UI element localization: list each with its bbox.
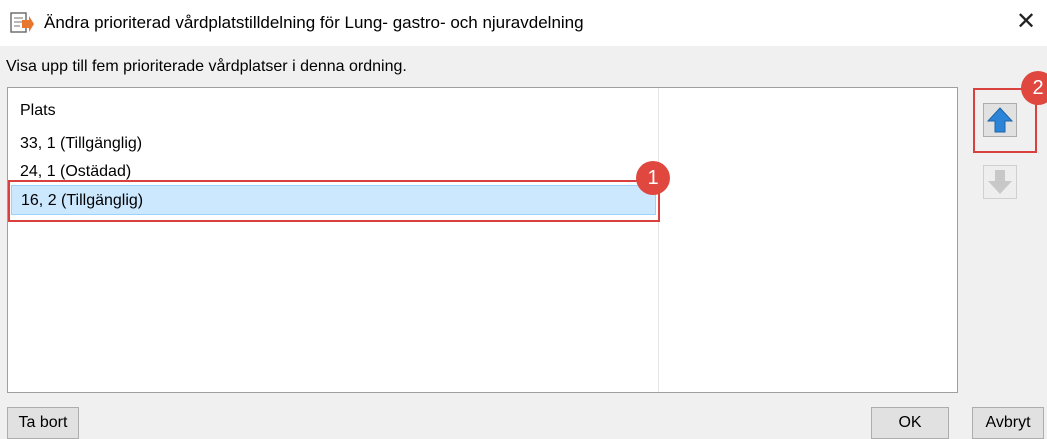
annotation-badge-1: 1 bbox=[636, 161, 670, 195]
remove-button[interactable]: Ta bort bbox=[7, 407, 79, 439]
annotation-highlight-row bbox=[8, 180, 660, 222]
close-icon[interactable]: ✕ bbox=[1012, 8, 1040, 36]
move-down-button[interactable] bbox=[983, 165, 1017, 199]
instruction-text: Visa upp till fem prioriterade vårdplats… bbox=[6, 58, 407, 75]
cancel-button[interactable]: Avbryt bbox=[972, 407, 1044, 439]
title-bar: Ändra prioriterad vårdplatstilldelning f… bbox=[0, 0, 1047, 46]
ok-button[interactable]: OK bbox=[871, 407, 949, 439]
arrow-down-icon bbox=[988, 170, 1012, 194]
arrow-up-icon bbox=[986, 107, 1014, 133]
column-divider bbox=[658, 88, 659, 392]
column-header-plats: Plats bbox=[20, 102, 56, 119]
list-item[interactable]: 33, 1 (Tillgänglig) bbox=[11, 129, 656, 159]
app-icon bbox=[10, 12, 34, 33]
priority-list[interactable]: Plats 33, 1 (Tillgänglig) 24, 1 (Ostädad… bbox=[7, 87, 958, 393]
window-title: Ändra prioriterad vårdplatstilldelning f… bbox=[44, 13, 584, 32]
move-up-button[interactable] bbox=[983, 103, 1017, 137]
annotation-badge-2: 2 bbox=[1021, 71, 1047, 105]
